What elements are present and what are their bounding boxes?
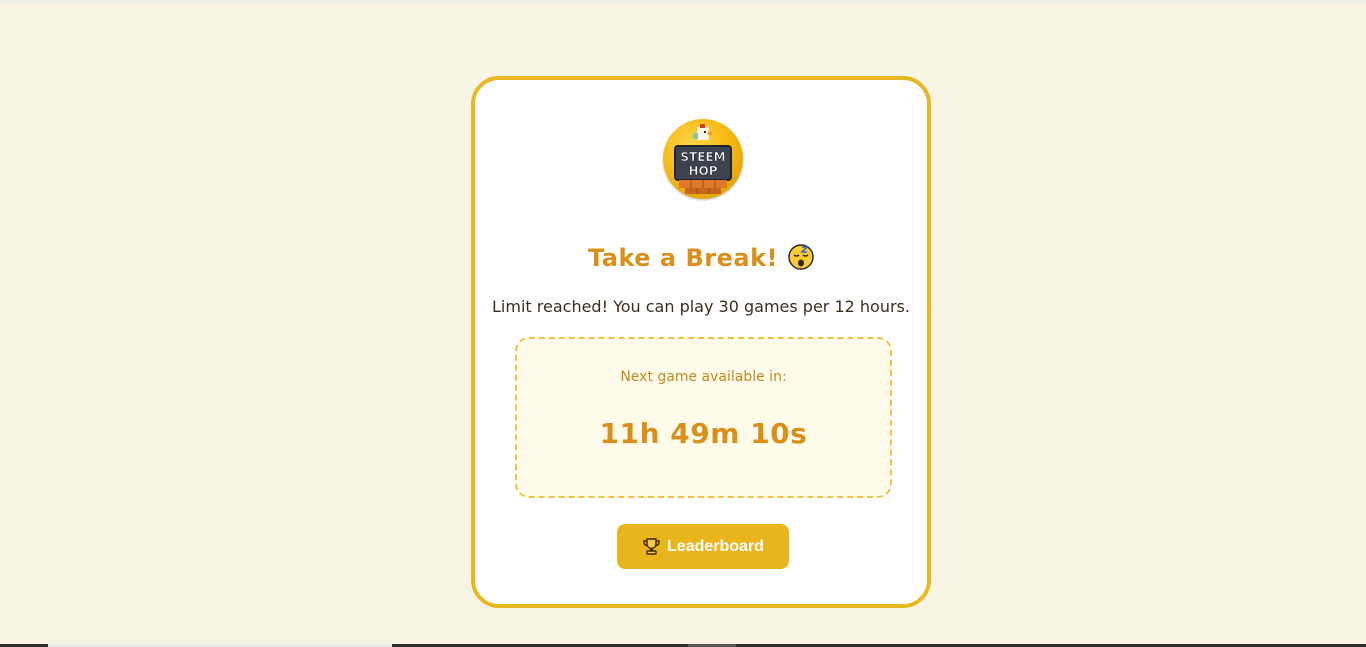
limit-card: STEEM HOP Take a Break! Limit reached! Y… [471, 76, 931, 608]
sleeping-face-icon [788, 244, 814, 270]
countdown-value: 11h 49m 10s [599, 417, 808, 450]
steem-hop-logo: STEEM HOP [663, 119, 743, 199]
logo-text-steem: STEEM [680, 150, 725, 164]
countdown-box: Next game available in: 11h 49m 10s [515, 337, 892, 498]
leaderboard-label: Leaderboard [667, 537, 764, 555]
break-title: Take a Break! [475, 244, 927, 272]
countdown-label: Next game available in: [620, 369, 787, 385]
break-title-text: Take a Break! [588, 244, 778, 272]
window-top-border [0, 0, 1366, 3]
trophy-icon [642, 537, 661, 556]
limit-message: Limit reached! You can play 30 games per… [492, 297, 910, 316]
leaderboard-button[interactable]: Leaderboard [617, 524, 789, 569]
logo-text-hop: HOP [688, 164, 717, 178]
